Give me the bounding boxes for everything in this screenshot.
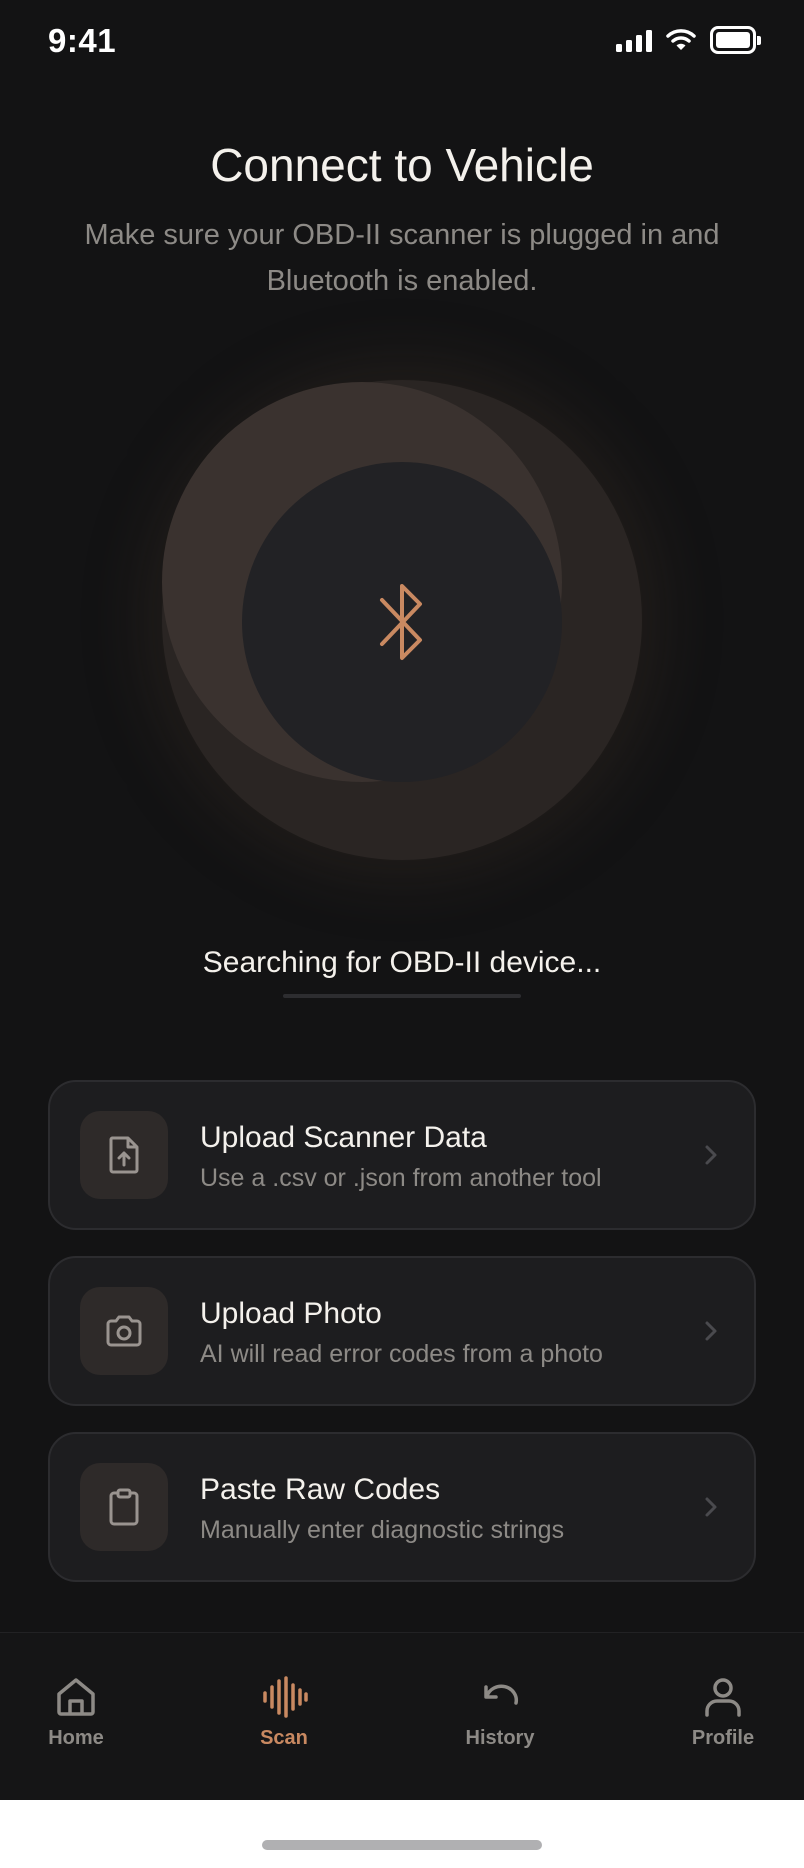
upload-photo-button[interactable]: Upload Photo AI will read error codes fr…	[48, 1256, 756, 1406]
tab-label: Profile	[691, 1727, 755, 1749]
upload-scanner-data-button[interactable]: Upload Scanner Data Use a .csv or .json …	[48, 1080, 756, 1230]
page-title: Connect to Vehicle	[210, 139, 594, 191]
undo-icon	[484, 1684, 519, 1705]
waveform-icon	[263, 1676, 308, 1718]
status-time: 9:41	[48, 22, 117, 59]
tab-bar: Home Scan History Profile	[0, 1632, 804, 1800]
tab-label: Home	[48, 1727, 104, 1749]
card-icon-box	[80, 1111, 168, 1199]
search-status: Searching for OBD-II device...	[202, 946, 602, 979]
option-subtitle: AI will read error codes from a photo	[200, 1339, 603, 1368]
status-bar: 9:41	[0, 0, 804, 90]
tab-home[interactable]: Home	[16, 1675, 136, 1750]
search-progress-bar	[283, 994, 521, 998]
camera-icon	[106, 1315, 142, 1347]
home-icon	[57, 1678, 95, 1716]
chevron-right-icon	[705, 1321, 717, 1341]
tab-scan[interactable]: Scan	[224, 1675, 344, 1750]
paste-raw-codes-button[interactable]: Paste Raw Codes Manually enter diagnosti…	[48, 1432, 756, 1582]
card-icon-box	[80, 1463, 168, 1551]
person-icon	[705, 1678, 741, 1717]
option-title: Upload Photo	[200, 1296, 382, 1330]
chevron-right-icon	[705, 1497, 717, 1517]
file-upload-icon	[109, 1136, 139, 1174]
tab-label: History	[465, 1727, 535, 1749]
option-subtitle: Manually enter diagnostic strings	[200, 1515, 565, 1544]
status-icons	[616, 26, 761, 54]
option-subtitle: Use a .csv or .json from another tool	[200, 1163, 602, 1192]
bluetooth-center	[242, 462, 562, 782]
battery-icon	[710, 26, 761, 54]
connect-screen: 9:41 Connect to Vehicle Make sure your O…	[0, 0, 804, 1800]
connection-options: Upload Scanner Data Use a .csv or .json …	[48, 1080, 756, 1582]
tab-profile[interactable]: Profile	[663, 1675, 783, 1750]
tab-history[interactable]: History	[440, 1675, 560, 1750]
bluetooth-icon	[380, 584, 422, 660]
card-icon-box	[80, 1287, 168, 1375]
wifi-icon	[666, 29, 696, 50]
page-subtitle: Make sure your OBD-II scanner is plugged…	[84, 219, 720, 297]
home-indicator	[262, 1840, 542, 1850]
chevron-right-icon	[705, 1145, 717, 1165]
option-title: Upload Scanner Data	[200, 1120, 487, 1154]
tab-label: Scan	[260, 1727, 308, 1749]
clipboard-icon	[109, 1488, 139, 1526]
cellular-signal-icon	[616, 28, 652, 52]
option-title: Paste Raw Codes	[200, 1472, 441, 1506]
